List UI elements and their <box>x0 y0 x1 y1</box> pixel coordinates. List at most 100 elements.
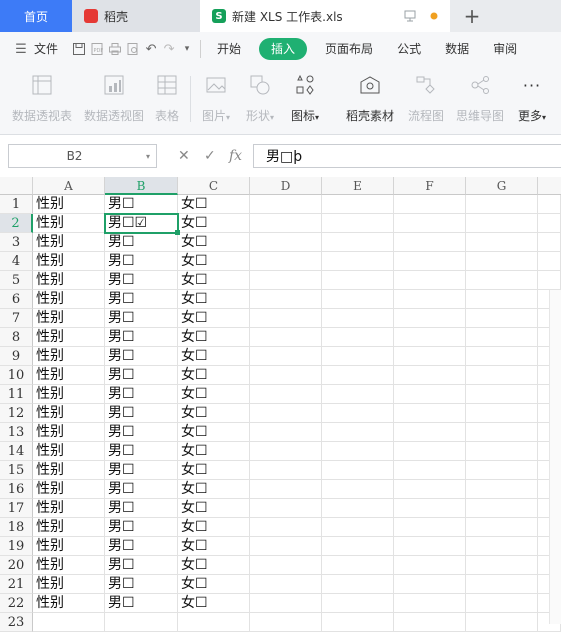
row-header[interactable]: 12 <box>0 404 33 423</box>
cell-empty[interactable] <box>322 366 394 385</box>
cell-empty[interactable] <box>322 309 394 328</box>
cell-empty[interactable] <box>466 195 538 214</box>
cell-b[interactable]: 男☐ <box>105 271 178 290</box>
tab-document[interactable]: S 新建 XLS 工作表.xls <box>200 0 450 32</box>
cell-a[interactable]: 性别 <box>33 328 105 347</box>
cell-b[interactable]: 男☐ <box>105 366 178 385</box>
cell-empty[interactable] <box>466 575 538 594</box>
cell-c[interactable]: 女☐ <box>178 480 250 499</box>
monitor-icon[interactable] <box>404 10 416 22</box>
print-icon[interactable] <box>106 32 124 66</box>
cell-empty[interactable] <box>394 461 466 480</box>
print-preview-icon[interactable] <box>124 32 142 66</box>
cell-empty[interactable] <box>250 214 322 233</box>
cell-a[interactable]: 性别 <box>33 195 105 214</box>
cell-empty[interactable] <box>394 214 466 233</box>
cell-empty[interactable] <box>250 404 322 423</box>
cell-b[interactable]: 男☐ <box>105 480 178 499</box>
cell-b[interactable]: 男☐ <box>105 442 178 461</box>
cell-empty[interactable] <box>322 404 394 423</box>
cell-empty[interactable] <box>322 328 394 347</box>
cell-a[interactable]: 性别 <box>33 556 105 575</box>
column-header-d[interactable]: D <box>250 177 322 195</box>
cell-c[interactable]: 女☐ <box>178 214 250 233</box>
cell-empty[interactable] <box>394 328 466 347</box>
cell-empty[interactable] <box>250 309 322 328</box>
menu-insert[interactable]: 插入 <box>259 38 308 60</box>
cell-c[interactable]: 女☐ <box>178 518 250 537</box>
cell-empty[interactable] <box>322 347 394 366</box>
cell-empty[interactable] <box>250 271 322 290</box>
cell-b[interactable]: 男☐ <box>105 461 178 480</box>
cell-empty[interactable] <box>466 385 538 404</box>
cell-b[interactable]: 男☐ <box>105 499 178 518</box>
cell-empty[interactable] <box>322 518 394 537</box>
row-header[interactable]: 22 <box>0 594 33 613</box>
row-header[interactable]: 19 <box>0 537 33 556</box>
cell-c[interactable]: 女☐ <box>178 309 250 328</box>
cell-empty[interactable] <box>250 499 322 518</box>
cancel-icon[interactable]: ✕ <box>178 143 190 169</box>
cell-empty[interactable] <box>394 404 466 423</box>
row-header[interactable]: 3 <box>0 233 33 252</box>
cell-a[interactable]: 性别 <box>33 385 105 404</box>
daoke-material-button[interactable]: 稻壳素材 <box>342 66 398 134</box>
cell-a[interactable]: 性别 <box>33 233 105 252</box>
pivot-table-button[interactable]: 数据透视表 <box>12 66 72 134</box>
column-header-b[interactable]: B <box>105 177 178 195</box>
cell-b[interactable]: 男☐ <box>105 404 178 423</box>
cell-empty[interactable] <box>466 613 538 632</box>
cell-empty[interactable] <box>250 537 322 556</box>
cell-c[interactable]: 女☐ <box>178 423 250 442</box>
cell-c[interactable]: 女☐ <box>178 290 250 309</box>
cell-empty[interactable] <box>466 404 538 423</box>
redo-icon[interactable]: ↷ <box>160 32 178 66</box>
cell-a[interactable]: 性别 <box>33 347 105 366</box>
cell-empty[interactable] <box>466 233 538 252</box>
cell-a[interactable]: 性别 <box>33 423 105 442</box>
cell-c[interactable]: 女☐ <box>178 556 250 575</box>
cell-c[interactable]: 女☐ <box>178 537 250 556</box>
cell-empty[interactable] <box>466 556 538 575</box>
cell-empty[interactable] <box>250 347 322 366</box>
cell-b[interactable]: 男☐ <box>105 290 178 309</box>
cell-empty[interactable] <box>250 442 322 461</box>
cell-a[interactable]: 性别 <box>33 271 105 290</box>
cell-c[interactable]: 女☐ <box>178 233 250 252</box>
cell-empty[interactable] <box>538 252 561 271</box>
cell-empty[interactable] <box>394 518 466 537</box>
row-header[interactable]: 6 <box>0 290 33 309</box>
cell-a[interactable]: 性别 <box>33 366 105 385</box>
cell-empty[interactable] <box>394 442 466 461</box>
row-header[interactable]: 7 <box>0 309 33 328</box>
column-header-f[interactable]: F <box>394 177 466 195</box>
cell-empty[interactable] <box>466 499 538 518</box>
cell-empty[interactable] <box>466 214 538 233</box>
hamburger-icon[interactable]: ☰ <box>12 32 30 66</box>
cell-b[interactable]: 男☐ <box>105 347 178 366</box>
cell-empty[interactable] <box>394 309 466 328</box>
column-header-e[interactable]: E <box>322 177 394 195</box>
cell-empty[interactable] <box>394 233 466 252</box>
column-header-partial[interactable] <box>538 177 561 195</box>
menu-data[interactable]: 数据 <box>433 32 481 66</box>
confirm-icon[interactable]: ✓ <box>204 143 216 169</box>
picture-button[interactable]: 图片▾ <box>198 66 234 134</box>
cell-c[interactable]: 女☐ <box>178 404 250 423</box>
cell-empty[interactable] <box>322 385 394 404</box>
cell-empty[interactable] <box>322 480 394 499</box>
cell-b[interactable]: 男☐ <box>105 594 178 613</box>
select-all-corner[interactable] <box>0 177 33 195</box>
cell-empty[interactable] <box>394 480 466 499</box>
tab-daoke[interactable]: 稻壳 <box>72 0 200 32</box>
row-header[interactable]: 17 <box>0 499 33 518</box>
row-header[interactable]: 13 <box>0 423 33 442</box>
cell-empty[interactable] <box>322 537 394 556</box>
cell-b[interactable]: 男☐ <box>105 423 178 442</box>
pivot-chart-button[interactable]: 数据透视图 <box>84 66 144 134</box>
cell-c[interactable]: 女☐ <box>178 442 250 461</box>
cell-c[interactable]: 女☐ <box>178 347 250 366</box>
cell-empty[interactable] <box>322 271 394 290</box>
formula-input[interactable]: 男□þ <box>253 144 561 168</box>
tab-home[interactable]: 首页 <box>0 0 72 32</box>
